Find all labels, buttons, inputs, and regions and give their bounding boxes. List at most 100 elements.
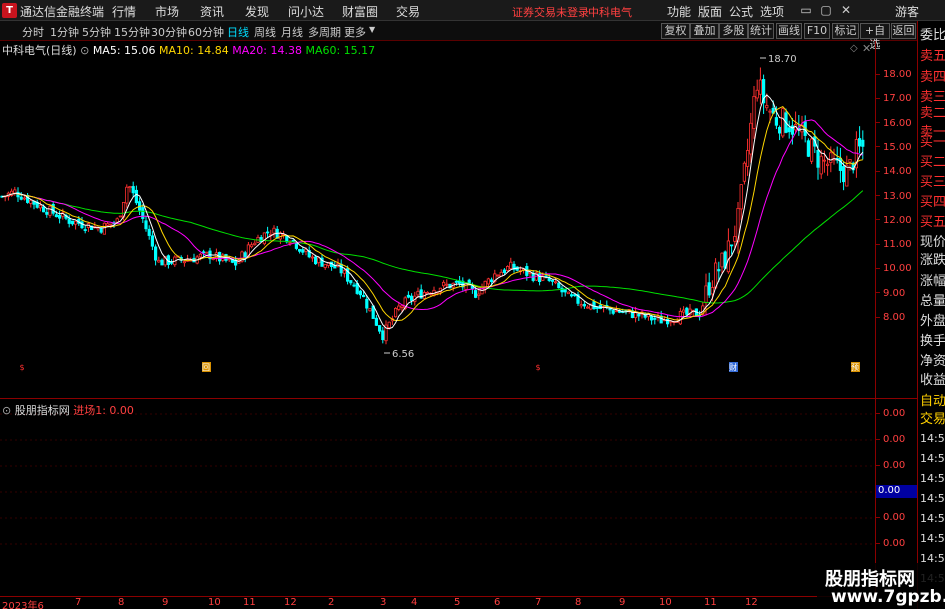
candle-body	[704, 285, 708, 304]
menu-item-caifuquan[interactable]: 财富圈	[342, 3, 378, 20]
date-tick: 8	[118, 597, 125, 608]
menu-item-xuanxiang[interactable]: 选项	[760, 3, 784, 20]
candle-body	[83, 229, 87, 231]
back-button[interactable]: 返回	[891, 23, 916, 39]
candle-body	[650, 315, 654, 321]
menu-item-gongneng[interactable]: 功能	[667, 3, 691, 20]
candle-body	[102, 222, 106, 235]
candle-body	[595, 307, 599, 309]
date-tick: 6	[494, 597, 501, 608]
period-15min[interactable]: 15分钟	[114, 24, 150, 40]
candle-body	[416, 290, 420, 296]
date-axis: 2023年6 7 8 9 10 11 12 2 3 4 5 6 7 8 9 10 11 12	[0, 596, 875, 609]
date-tick: 10	[208, 597, 221, 608]
indicator-name[interactable]: 股朋指标网	[15, 404, 70, 417]
more-chevron-icon[interactable]: ▼	[369, 25, 375, 34]
candle-body	[502, 269, 507, 274]
period-monthly[interactable]: 月线	[281, 24, 303, 40]
period-60min[interactable]: 60分钟	[188, 24, 224, 40]
candle-body	[733, 236, 737, 242]
candle-body	[858, 138, 862, 147]
close-icon[interactable]: ✕	[838, 2, 854, 18]
candle-body	[54, 214, 59, 218]
price-tick: 12.00	[876, 215, 918, 226]
menu-item-jiaoyi[interactable]: 交易	[396, 3, 420, 20]
indicator-tick: 0.00	[876, 538, 918, 549]
panel-divider[interactable]	[0, 398, 917, 399]
kline-chart[interactable]: 18.70 6.56 $ 回 $ 财 预	[0, 41, 875, 596]
close-chart-icon[interactable]: ✕	[862, 42, 871, 55]
date-tick: 8	[575, 597, 582, 608]
quote-panel-label: 买五	[920, 215, 945, 230]
guest-label[interactable]: 游客	[895, 3, 919, 20]
overlay-button[interactable]: 叠加	[690, 23, 719, 39]
candle-body	[774, 117, 779, 126]
fuquan-button[interactable]: 复权	[661, 23, 690, 39]
event-marker: 预	[851, 362, 859, 372]
add-favorite-button[interactable]: +自选	[860, 23, 890, 51]
date-tick: 9	[619, 597, 626, 608]
ma20-label: MA20: 14.38	[232, 44, 302, 57]
chevron-circle-icon[interactable]: ⊙	[80, 44, 89, 57]
menu-item-gongshi[interactable]: 公式	[729, 3, 753, 20]
period-weekly[interactable]: 周线	[254, 24, 276, 40]
price-tick: 11.00	[876, 239, 918, 250]
f10-button[interactable]: F10	[804, 23, 830, 39]
quote-panel-label[interactable]: 自动	[920, 390, 945, 409]
candle-body	[291, 239, 295, 242]
candle-body	[157, 259, 161, 263]
period-more[interactable]: 更多	[344, 24, 366, 40]
period-multi[interactable]: 多周期	[308, 24, 341, 40]
mark-button[interactable]: 标记	[832, 23, 859, 39]
candle-body	[720, 252, 724, 268]
candle-body	[550, 279, 555, 282]
menu-item-wenxiaoda[interactable]: 问小达	[288, 3, 324, 20]
menu-item-faxian[interactable]: 发现	[245, 3, 269, 20]
period-30min[interactable]: 30分钟	[151, 24, 187, 40]
quote-panel-label: 总量	[920, 294, 945, 309]
period-1min[interactable]: 1分钟	[50, 24, 79, 40]
candle-body	[554, 281, 558, 284]
quote-panel-label[interactable]: 交易	[920, 408, 945, 427]
period-5min[interactable]: 5分钟	[82, 24, 111, 40]
candle-body	[128, 186, 132, 189]
minimize-icon[interactable]: ▭	[798, 2, 814, 18]
candle-body	[845, 164, 849, 187]
candle-body	[153, 246, 158, 261]
candle-body	[323, 264, 327, 268]
period-daily[interactable]: 日线	[227, 24, 249, 40]
candle-body	[106, 223, 110, 226]
menu-item-banmian[interactable]: 版面	[698, 3, 722, 20]
indicator-chevron-icon[interactable]: ⊙	[2, 404, 11, 417]
menu-item-shichang[interactable]: 市场	[155, 3, 179, 20]
candle-body	[368, 308, 372, 312]
draw-line-button[interactable]: 画线	[776, 23, 802, 39]
date-tick: 12	[745, 597, 758, 608]
stats-button[interactable]: 统计	[748, 23, 774, 39]
candle-body	[400, 305, 404, 308]
menu-item-zixun[interactable]: 资讯	[200, 3, 224, 20]
candle-body	[505, 266, 510, 272]
candle-body	[297, 249, 302, 252]
ma60-label: MA60: 15.17	[305, 44, 376, 57]
date-tick: 4	[411, 597, 418, 608]
quote-panel-label: 涨跌	[920, 253, 945, 268]
candle-body	[42, 206, 46, 213]
stock-name-title: 中科电气	[588, 6, 632, 19]
period-fenshi[interactable]: 分时	[22, 24, 44, 40]
menu-item-hangqing[interactable]: 行情	[112, 3, 136, 20]
diamond-icon[interactable]: ◇	[850, 43, 858, 54]
candle-body	[473, 290, 478, 298]
restore-icon[interactable]: ▢	[818, 2, 834, 18]
login-alert[interactable]: 证券交易未登录	[512, 4, 589, 20]
multi-stock-button[interactable]: 多股	[719, 23, 748, 39]
indicator-value-box: 0.00	[876, 485, 917, 498]
quote-panel-label: 买三	[920, 175, 945, 190]
quote-panel-label: 净资	[920, 354, 945, 369]
candle-body	[150, 235, 154, 247]
candle-body	[22, 197, 27, 200]
price-tick: 16.00	[876, 118, 918, 129]
candle-body	[755, 89, 759, 99]
candle-body	[707, 282, 711, 296]
candle-body	[361, 294, 366, 298]
